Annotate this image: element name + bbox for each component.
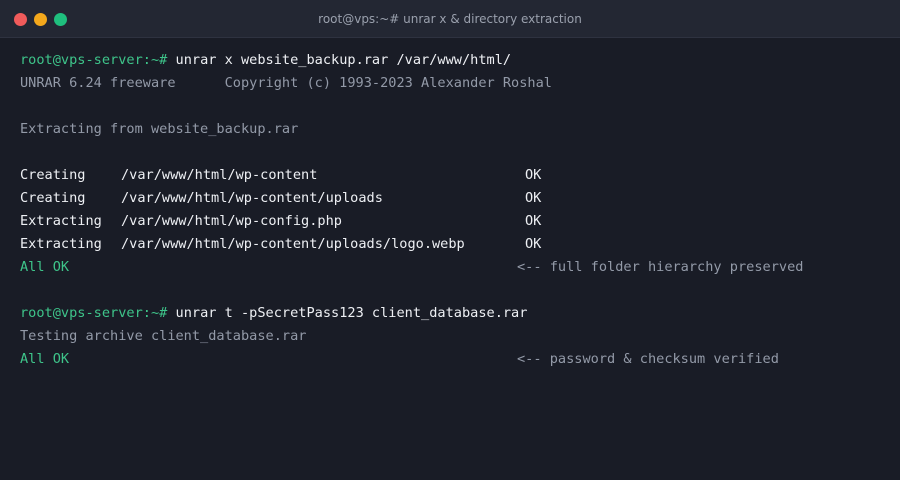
shell-prompt: root@vps-server:~# bbox=[20, 52, 168, 68]
banner-copyright: Copyright (c) 1993-2023 Alexander Roshal bbox=[224, 75, 552, 91]
banner-line: UNRAR 6.24 freeware Copyright (c) 1993-2… bbox=[20, 72, 880, 95]
command-line: root@vps-server:~# unrar t -pSecretPass1… bbox=[20, 302, 880, 325]
command-text: unrar t -pSecretPass123 client_database.… bbox=[167, 305, 528, 321]
result-line: All OK <-- password & checksum verified bbox=[20, 348, 880, 371]
entry-path: /var/www/html/wp-content/uploads bbox=[121, 190, 383, 206]
entry-line: Creating/var/www/html/wp-content/uploads… bbox=[20, 187, 880, 210]
entry-path: /var/www/html/wp-config.php bbox=[121, 213, 342, 229]
entry-line: Creating/var/www/html/wp-content OK bbox=[20, 164, 880, 187]
entry-status: OK bbox=[525, 167, 542, 183]
entry-line: Extracting/var/www/html/wp-config.php OK bbox=[20, 210, 880, 233]
entry-path: /var/www/html/wp-content bbox=[121, 167, 318, 183]
entry-path: /var/www/html/wp-content/uploads/logo.we… bbox=[121, 236, 465, 252]
extracting-from-line: Extracting from website_backup.rar bbox=[20, 121, 299, 137]
testing-line: Testing archive client_database.rar bbox=[20, 328, 307, 344]
shell-prompt: root@vps-server:~# bbox=[20, 305, 168, 321]
banner-name: UNRAR 6.24 freeware bbox=[20, 75, 176, 91]
entry-status: OK bbox=[525, 190, 542, 206]
terminal-output[interactable]: root@vps-server:~# unrar x website_backu… bbox=[20, 49, 880, 371]
entry-op: Extracting bbox=[20, 213, 102, 229]
result-status: All OK bbox=[20, 351, 70, 367]
entry-op: Creating bbox=[20, 190, 86, 206]
result-note: <-- password & checksum verified bbox=[517, 351, 779, 367]
terminal-window: root@vps:~# unrar x & directory extracti… bbox=[0, 0, 900, 480]
entry-status: OK bbox=[525, 213, 542, 229]
entry-status: OK bbox=[525, 236, 542, 252]
entry-op: Extracting bbox=[20, 236, 102, 252]
command-text: unrar x website_backup.rar /var/www/html… bbox=[167, 52, 512, 68]
entry-op: Creating bbox=[20, 167, 86, 183]
result-status: All OK bbox=[20, 259, 70, 275]
window-title: root@vps:~# unrar x & directory extracti… bbox=[318, 12, 582, 26]
result-note: <-- full folder hierarchy preserved bbox=[517, 259, 804, 275]
entry-line: Extracting/var/www/html/wp-content/uploa… bbox=[20, 233, 880, 256]
result-line: All OK <-- full folder hierarchy preserve… bbox=[20, 256, 880, 279]
title-bar[interactable]: root@vps:~# unrar x & directory extracti… bbox=[0, 0, 900, 38]
command-line: root@vps-server:~# unrar x website_backu… bbox=[20, 49, 880, 72]
